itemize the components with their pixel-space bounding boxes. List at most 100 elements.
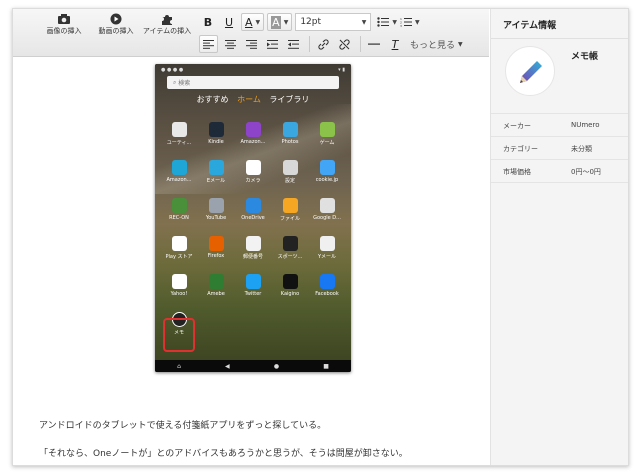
app-icon-graphic <box>171 122 187 137</box>
nav-home-icon: ⌂ <box>177 362 181 370</box>
status-icons-left: ● ● ● ● <box>161 67 184 73</box>
tablet-search-label: 検索 <box>178 80 191 87</box>
tablet-app-icon: Amazon... <box>235 122 271 156</box>
memo-app-icon <box>505 46 555 96</box>
divider <box>491 182 628 183</box>
bold-button[interactable]: B <box>199 13 217 31</box>
info-row-category: カテゴリー 未分類 <box>491 136 628 159</box>
bg-color-button[interactable]: A ▼ <box>267 13 293 31</box>
app-icon-graphic <box>282 198 298 213</box>
editor-window: 画像の挿入 動画の挿入 アイテムの挿入 B U A ▼ A ▼ 12pt ▼ ▼ 12… <box>12 8 629 466</box>
align-right-button[interactable] <box>242 35 260 53</box>
app-label: Amazon... <box>240 139 266 145</box>
tablet-app-icon: YouTube <box>198 198 234 232</box>
app-label: Play ストア <box>165 254 193 260</box>
outdent-icon <box>287 39 299 49</box>
tablet-app-icon: ファイル <box>272 198 308 232</box>
insert-image-label: 画像の挿入 <box>46 27 82 35</box>
tablet-app-icon: Play ストア <box>161 236 197 270</box>
tablet-app-icon: Eメール <box>198 160 234 194</box>
app-icon-graphic <box>319 274 335 289</box>
app-label: 設定 <box>284 178 295 184</box>
app-label: Eメール <box>206 178 226 184</box>
item-info-title: アイテム情報 <box>503 21 557 31</box>
outdent-button[interactable] <box>284 35 302 53</box>
app-label: カメラ <box>245 178 261 184</box>
app-label: REC-ON <box>169 215 189 221</box>
app-icon-graphic <box>245 160 261 175</box>
tablet-app-icon: Google D... <box>309 198 345 232</box>
tablet-nav-bar: ⌂ ◀ ● ■ <box>155 360 351 372</box>
tablet-tab-recommended: おすすめ <box>196 95 229 104</box>
item-name: メモ帳 <box>571 52 599 62</box>
indent-button[interactable] <box>263 35 281 53</box>
nav-back-icon: ◀ <box>225 362 230 370</box>
font-color-button[interactable]: A ▼ <box>241 13 265 31</box>
insert-video-button[interactable]: 動画の挿入 <box>93 13 139 53</box>
align-left-button[interactable] <box>199 35 218 53</box>
app-icon-graphic <box>245 122 261 137</box>
tablet-app-icon: Yメール <box>309 236 345 270</box>
format-row-1: B U A ▼ A ▼ 12pt ▼ ▼ 1 2 3 ▼ <box>199 13 423 31</box>
camera-icon <box>58 14 70 24</box>
app-icon-graphic <box>208 274 224 289</box>
tablet-app-icon: Kindle <box>198 122 234 156</box>
paragraph-1: アンドロイドのタブレットで使える付箋紙アプリをずっと探している。 <box>39 421 327 431</box>
tablet-screenshot: ● ● ● ● ▾ ▮ ⌕ 検索 おすすめ ホーム ライブラリ ユーティ... Ki… <box>155 64 351 372</box>
app-label: ファイル <box>279 216 300 222</box>
info-value: 未分類 <box>571 145 592 153</box>
app-label: ゲーム <box>319 140 335 146</box>
bullet-list-button[interactable]: ▼ <box>377 13 397 31</box>
app-label: Yahoo! <box>170 291 188 297</box>
horizontal-rule-icon <box>368 43 380 45</box>
editor-toolbar: 画像の挿入 動画の挿入 アイテムの挿入 B U A ▼ A ▼ 12pt ▼ ▼ 12… <box>13 9 489 57</box>
app-label: ユーティ... <box>166 140 192 146</box>
nav-square-icon: ■ <box>323 362 329 370</box>
app-icon-graphic <box>282 122 298 137</box>
format-row-2: T もっと見る ▼ <box>199 35 466 53</box>
align-center-button[interactable] <box>221 35 239 53</box>
app-label: Google D... <box>313 215 341 221</box>
editor-content[interactable]: ● ● ● ● ▾ ▮ ⌕ 検索 おすすめ ホーム ライブラリ ユーティ... Ki… <box>13 58 489 465</box>
tablet-app-icon: 郵便番号 <box>235 236 271 270</box>
more-button[interactable]: もっと見る ▼ <box>410 35 463 53</box>
app-icon-graphic <box>319 236 335 251</box>
app-label: Twitter <box>244 291 262 297</box>
indent-icon <box>266 39 278 49</box>
link-icon <box>317 38 329 50</box>
info-value: 0円～0円 <box>571 168 601 176</box>
app-icon-graphic <box>245 236 261 251</box>
info-row-price: 市場価格 0円～0円 <box>491 159 628 182</box>
divider <box>491 38 628 39</box>
numbered-list-button[interactable]: 1 2 3 ▼ <box>400 13 420 31</box>
unlink-button[interactable] <box>335 35 353 53</box>
tablet-wallpaper: ● ● ● ● ▾ ▮ ⌕ 検索 おすすめ ホーム ライブラリ ユーティ... Ki… <box>155 64 351 372</box>
insert-image-button[interactable]: 画像の挿入 <box>41 13 87 53</box>
clear-format-button[interactable]: T <box>386 35 404 53</box>
align-center-icon <box>224 39 236 49</box>
link-button[interactable] <box>314 35 332 53</box>
app-icon-graphic <box>282 236 298 251</box>
app-icon-graphic <box>319 198 335 213</box>
app-label: cookie.jp <box>315 177 339 183</box>
font-size-select[interactable]: 12pt ▼ <box>295 13 372 31</box>
info-row-maker: メーカー NUmero <box>491 113 628 136</box>
app-label: Facebook <box>315 291 339 297</box>
underline-button[interactable]: U <box>220 13 238 31</box>
horizontal-rule-button[interactable] <box>365 35 383 53</box>
font-size-value: 12pt <box>300 17 322 27</box>
play-icon <box>110 13 122 25</box>
align-left-icon <box>203 39 214 49</box>
chevron-down-icon: ▼ <box>392 18 397 26</box>
app-icon-graphic <box>282 160 298 175</box>
app-label: YouTube <box>205 215 227 221</box>
puzzle-icon <box>162 15 172 25</box>
app-label: OneDrive <box>241 215 265 221</box>
app-icon-graphic <box>171 198 187 213</box>
chevron-down-icon: ▼ <box>414 18 420 26</box>
insert-item-button[interactable]: アイテムの挿入 <box>141 13 193 53</box>
bullet-list-icon <box>377 17 390 27</box>
tablet-app-icon: Amazon... <box>161 160 197 194</box>
numbered-list-icon: 123 <box>400 17 412 27</box>
tablet-tabs: おすすめ ホーム ライブラリ <box>155 94 351 105</box>
